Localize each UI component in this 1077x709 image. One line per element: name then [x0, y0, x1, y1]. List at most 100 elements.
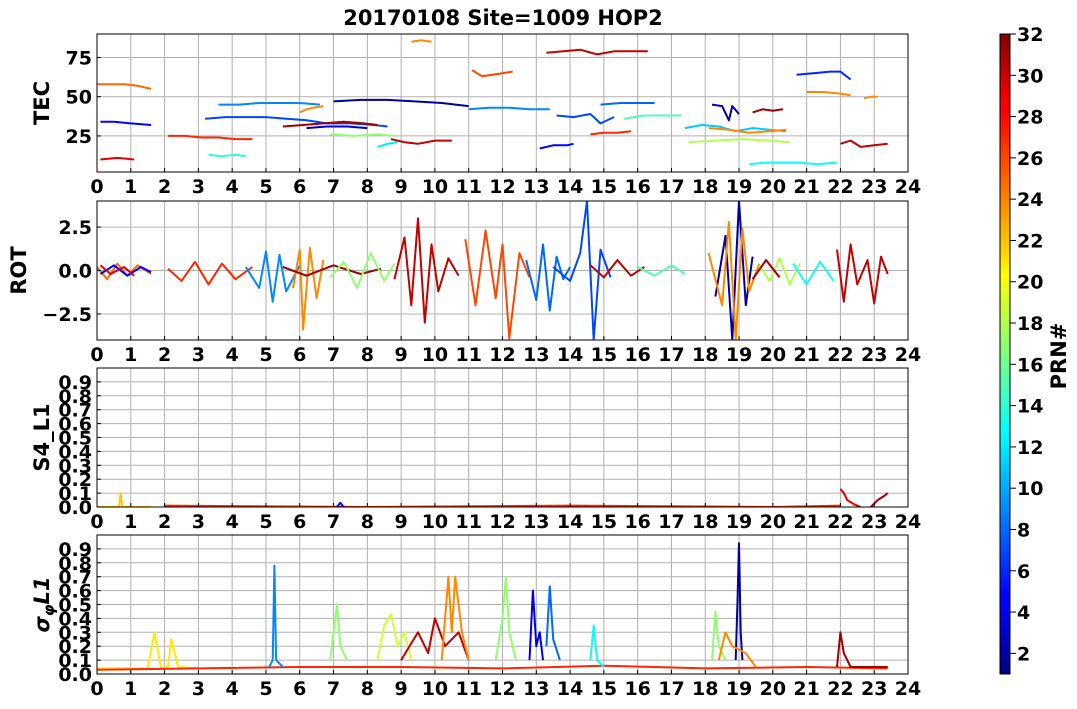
x-tick-label: 10 [422, 511, 448, 533]
series-line-prn-8 [545, 585, 561, 661]
x-tick-label: 19 [726, 344, 752, 366]
series-line-prn-30 [390, 138, 452, 145]
series-line-prn-24 [299, 105, 324, 114]
y-tick-label: 25 [66, 126, 92, 148]
x-tick-label: 24 [895, 678, 921, 700]
x-tick-label: 4 [226, 344, 239, 366]
x-tick-label: 24 [895, 176, 921, 198]
x-tick-label: 9 [395, 176, 408, 198]
x-tick-label: 22 [827, 678, 853, 700]
tec-grid [96, 34, 909, 172]
sigma-phi-series [97, 542, 888, 671]
x-tick-label: 7 [327, 176, 340, 198]
x-tick-label: 5 [259, 344, 272, 366]
chart-title: 20170108 Site=1009 HOP2 [343, 6, 663, 30]
tec-panel: 0 1 2 3 4 5 6 7 8 9 10 11 12 13 14 15 16 17 18 19 20 21 22 23 24… [30, 33, 921, 198]
colorbar-tick-label: 8 [1017, 519, 1030, 541]
x-tick-label: 3 [192, 678, 205, 700]
tec-ylabel: TEC [30, 81, 54, 125]
x-tick-label: 21 [793, 511, 819, 533]
x-tick-label: 2 [158, 176, 171, 198]
x-tick-label: 1 [124, 678, 137, 700]
y-tick-label: 0.9 [58, 372, 92, 394]
x-tick-label: 10 [422, 344, 448, 366]
x-tick-label: 6 [293, 678, 306, 700]
series-line-prn-29 [100, 156, 135, 161]
x-tick-label: 13 [523, 344, 549, 366]
series-line-prn-17 [330, 133, 395, 137]
colorbar-tick-label: 26 [1017, 148, 1043, 170]
x-tick-label: 11 [455, 511, 481, 533]
x-tick-label: 9 [395, 511, 408, 533]
x-tick-label: 21 [793, 176, 819, 198]
x-tick-label: 13 [523, 176, 549, 198]
series-line-prn-8 [600, 102, 655, 106]
series-line-prn-21 [97, 631, 199, 670]
colorbar-tick-label: 22 [1017, 230, 1043, 252]
x-tick-label: 16 [624, 511, 650, 533]
series-line-prn-25 [97, 83, 152, 90]
series-line-prn-22 [97, 492, 152, 507]
colorbar-tick-label: 30 [1017, 65, 1043, 87]
x-tick-label: 11 [455, 176, 481, 198]
y-tick-label: 75 [66, 48, 92, 70]
series-line-prn-29 [839, 488, 862, 507]
series-line-prn-14 [208, 153, 246, 158]
series-line-prn-13 [749, 161, 838, 166]
sigma-phi-ylabel: σφL1 [30, 576, 58, 632]
x-tick-label: 21 [793, 678, 819, 700]
series-line-prn-5 [539, 142, 574, 150]
x-tick-label: 16 [624, 344, 650, 366]
x-tick-label: 11 [455, 678, 481, 700]
x-tick-label: 22 [827, 176, 853, 198]
x-tick-label: 15 [591, 344, 617, 366]
x-tick-label: 22 [827, 344, 853, 366]
series-line-prn-7 [556, 113, 615, 125]
x-tick-label: 19 [726, 511, 752, 533]
x-tick-label: 1 [124, 176, 137, 198]
colorbar-tick-label: 2 [1017, 643, 1030, 665]
colorbar-tick-label: 20 [1017, 272, 1043, 294]
x-tick-label: 0 [90, 678, 103, 700]
colorbar-tick-label: 24 [1017, 189, 1043, 211]
series-line-prn-31 [752, 108, 784, 114]
series-line-prn-5 [100, 120, 152, 126]
x-tick-label: 17 [658, 176, 684, 198]
series-line-prn-24 [863, 95, 878, 100]
colorbar-tick-label: 14 [1017, 396, 1043, 418]
x-tick-label: 22 [827, 511, 853, 533]
x-tick-label: 24 [895, 511, 921, 533]
rot-panel: 0 1 2 3 4 5 6 7 8 9 10 11 12 13 14 15 16 17 18 19 20 21 22 23 24… [7, 200, 921, 366]
series-line-prn-8 [525, 243, 571, 312]
series-line-prn-27 [167, 260, 253, 286]
colorbar-tick-label: 4 [1017, 602, 1030, 624]
colorbar-tick-label: 12 [1017, 437, 1043, 459]
x-tick-label: 21 [793, 344, 819, 366]
x-tick-label: 0 [90, 511, 103, 533]
colorbar-gradient [999, 33, 1011, 675]
series-line-prn-30 [840, 139, 888, 148]
x-tick-label: 4 [226, 511, 239, 533]
x-tick-label: 0 [90, 176, 103, 198]
x-tick-label: 24 [895, 344, 921, 366]
x-tick-label: 20 [760, 344, 786, 366]
x-tick-label: 2 [158, 511, 171, 533]
series-line-prn-31 [836, 631, 888, 668]
x-tick-label: 6 [293, 176, 306, 198]
x-tick-label: 16 [624, 176, 650, 198]
y-tick-label: 0.0 [58, 261, 92, 283]
x-tick-label: 23 [861, 678, 887, 700]
y-tick-label: −2.5 [42, 304, 92, 326]
series-line-prn-27 [590, 130, 632, 136]
x-tick-label: 10 [422, 176, 448, 198]
x-tick-label: 10 [422, 678, 448, 700]
series-line-prn-24 [292, 246, 325, 331]
rot-ylabel: ROT [7, 246, 31, 295]
colorbar-tick-label: 18 [1017, 313, 1043, 335]
x-tick-label: 8 [361, 678, 374, 700]
x-tick-label: 6 [293, 344, 306, 366]
x-tick-label: 18 [692, 344, 718, 366]
figure: 20170108 Site=1009 HOP2 0 1 2 3 4 5 6 7 8 9 10 11 12… [7, 6, 1071, 700]
colorbar-tick-label: 16 [1017, 354, 1043, 376]
x-tick-label: 5 [259, 678, 272, 700]
